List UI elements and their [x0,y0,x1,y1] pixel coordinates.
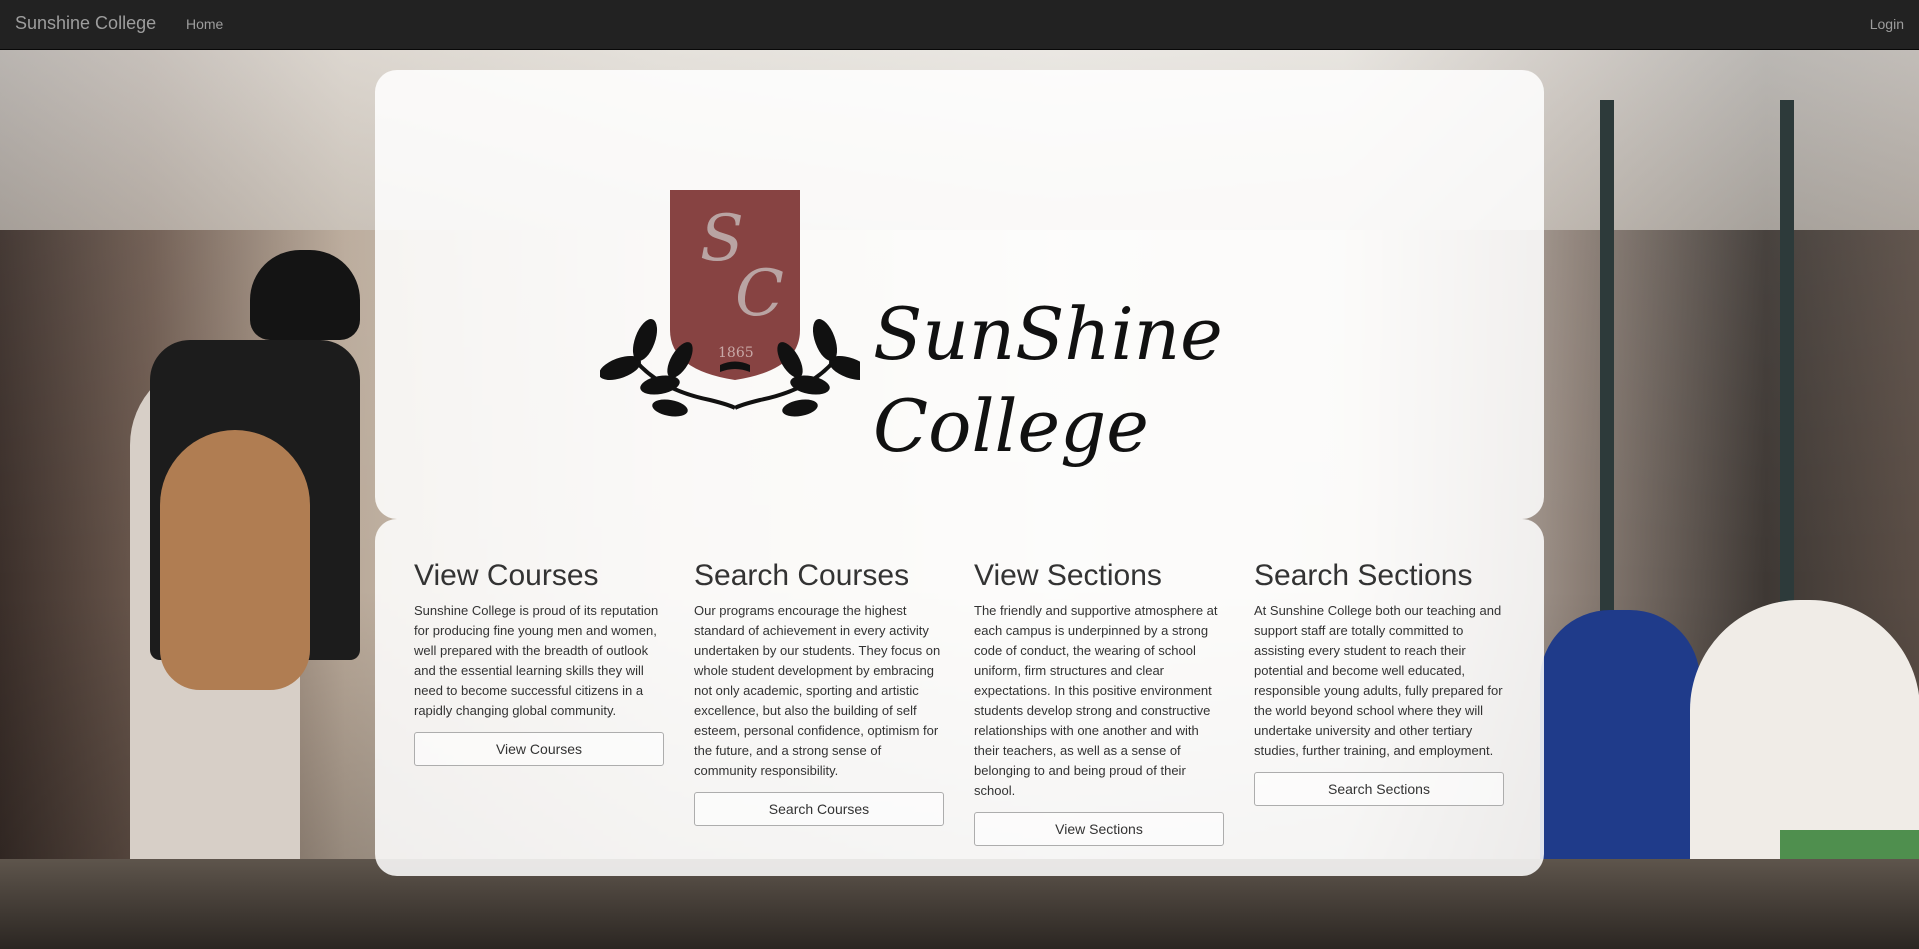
view-sections-title: View Sections [974,559,1162,592]
view-sections-button[interactable]: View Sections [974,812,1224,846]
view-courses-section: View Courses Sunshine College is proud o… [414,559,664,766]
actions-panel: View Courses Sunshine College is proud o… [375,519,1544,876]
view-sections-section: View Sections The friendly and supportiv… [974,559,1224,846]
search-courses-text: Our programs encourage the highest stand… [694,603,941,778]
view-courses-text: Sunshine College is proud of its reputat… [414,603,659,718]
college-crest-logo: S C 1865 [600,190,860,417]
svg-text:1865: 1865 [718,345,754,361]
view-courses-title: View Courses [414,559,599,592]
view-courses-button[interactable]: View Courses [414,732,664,766]
search-sections-button[interactable]: Search Sections [1254,772,1504,806]
college-name-line2: College [873,384,1149,468]
view-sections-text: The friendly and supportive atmosphere a… [974,603,1218,798]
brand-link[interactable]: Sunshine College [15,13,156,34]
search-courses-title: Search Courses [694,559,910,592]
svg-text:C: C [735,257,784,331]
search-courses-section: Search Courses Our programs encourage th… [694,559,944,826]
college-name-line1: SunShine [873,292,1223,376]
search-courses-button[interactable]: Search Courses [694,792,944,826]
nav-login-link[interactable]: Login [1870,16,1904,32]
college-name-heading: SunShine College [873,288,1273,472]
top-navbar: Sunshine College Home Login [0,0,1919,50]
hero-panel: S C 1865 SunShine College [375,70,1544,519]
nav-home-link[interactable]: Home [186,16,223,32]
search-sections-text: At Sunshine College both our teaching an… [1254,603,1503,758]
search-sections-title: Search Sections [1254,559,1473,592]
search-sections-section: Search Sections At Sunshine College both… [1254,559,1504,806]
